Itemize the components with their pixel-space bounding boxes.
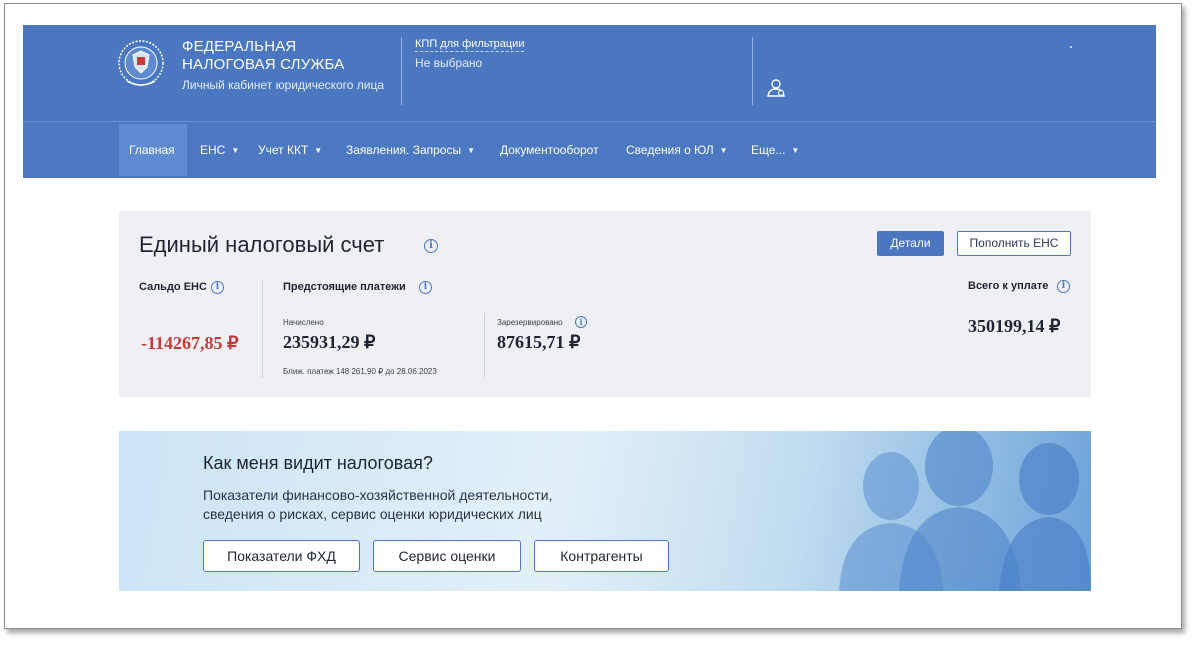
total-due-value: 350199,14 ₽ — [968, 316, 1061, 336]
nav-item-requests[interactable]: Заявления. Запросы ▼ — [346, 124, 475, 176]
card-divider — [484, 313, 485, 377]
banner-text-line-1: Показатели финансово-хозяйственной деяте… — [203, 487, 553, 503]
chevron-down-icon: ▼ — [719, 146, 728, 155]
nav-item-kkt[interactable]: Учет ККТ ▼ — [258, 124, 322, 176]
nav-item-ens[interactable]: ЕНС ▼ — [200, 124, 239, 176]
banner-title: Как меня видит налоговая? — [203, 453, 433, 473]
topup-ens-button[interactable]: Пополнить ЕНС — [957, 231, 1071, 256]
accrued-label: Начислено — [283, 318, 324, 327]
nav-item-label: Учет ККТ — [258, 143, 309, 157]
total-due-label: Всего к уплате — [968, 280, 1049, 292]
header-dot — [1070, 46, 1072, 48]
fns-emblem-icon — [118, 40, 164, 86]
rating-service-button[interactable]: Сервис оценки — [373, 540, 521, 572]
contractors-button[interactable]: Контрагенты — [534, 540, 669, 572]
details-button[interactable]: Детали — [877, 231, 944, 256]
fhd-indicators-button[interactable]: Показатели ФХД — [203, 540, 360, 572]
kpp-filter-value[interactable]: Не выбрано — [415, 56, 482, 70]
nav-item-label: Сведения о ЮЛ — [626, 143, 714, 157]
nav-item-more[interactable]: Еще... ▼ — [751, 124, 799, 176]
card-divider — [262, 280, 263, 378]
balance-value: -114267,85 ₽ — [141, 333, 239, 353]
nav-item-label: Заявления. Запросы — [346, 143, 462, 157]
banner-text-line-2: сведения о рисках, сервис оценки юридиче… — [203, 506, 542, 522]
nav-item-label: ЕНС — [200, 143, 226, 157]
brand-subtitle: Личный кабинет юридического лица — [182, 78, 385, 92]
header-divider — [401, 37, 402, 105]
nav-item-company-info[interactable]: Сведения о ЮЛ ▼ — [626, 124, 728, 176]
info-icon[interactable]: i — [1057, 280, 1070, 293]
chevron-down-icon: ▼ — [467, 146, 476, 155]
info-icon[interactable]: i — [575, 316, 587, 328]
chevron-down-icon: ▼ — [231, 146, 240, 155]
info-icon[interactable]: i — [424, 239, 438, 253]
people-silhouettes-icon — [839, 431, 1091, 591]
nav-item-label: Еще... — [751, 143, 786, 157]
info-icon[interactable]: i — [419, 281, 432, 294]
upcoming-payments-label: Предстоящие платежи — [283, 281, 406, 293]
balance-label: Сальдо ЕНС — [139, 281, 207, 293]
nav-item-label: Документооборот — [500, 143, 599, 157]
header-divider — [752, 37, 753, 105]
nav-item-main[interactable]: Главная — [119, 124, 187, 176]
chevron-down-icon: ▼ — [314, 146, 323, 155]
brand-line-2: НАЛОГОВАЯ СЛУЖБА — [182, 56, 345, 73]
ens-title: Единый налоговый счет — [139, 232, 385, 257]
reserved-label: Зарезервировано — [497, 318, 563, 327]
nav-item-docflow[interactable]: Документооборот — [500, 124, 599, 176]
next-payment-note: Ближ. платеж 148 261,90 ₽ до 28.06.2023 — [283, 367, 437, 376]
reserved-value: 87615,71 ₽ — [497, 332, 581, 352]
user-icon[interactable] — [765, 78, 787, 98]
brand-line-1: ФЕДЕРАЛЬНАЯ — [182, 38, 297, 55]
accrued-value: 235931,29 ₽ — [283, 332, 376, 352]
kpp-filter-label[interactable]: КПП для фильтрации — [415, 38, 525, 52]
info-icon[interactable]: i — [211, 281, 224, 294]
chevron-down-icon: ▼ — [791, 146, 800, 155]
nav-item-label: Главная — [129, 143, 175, 157]
